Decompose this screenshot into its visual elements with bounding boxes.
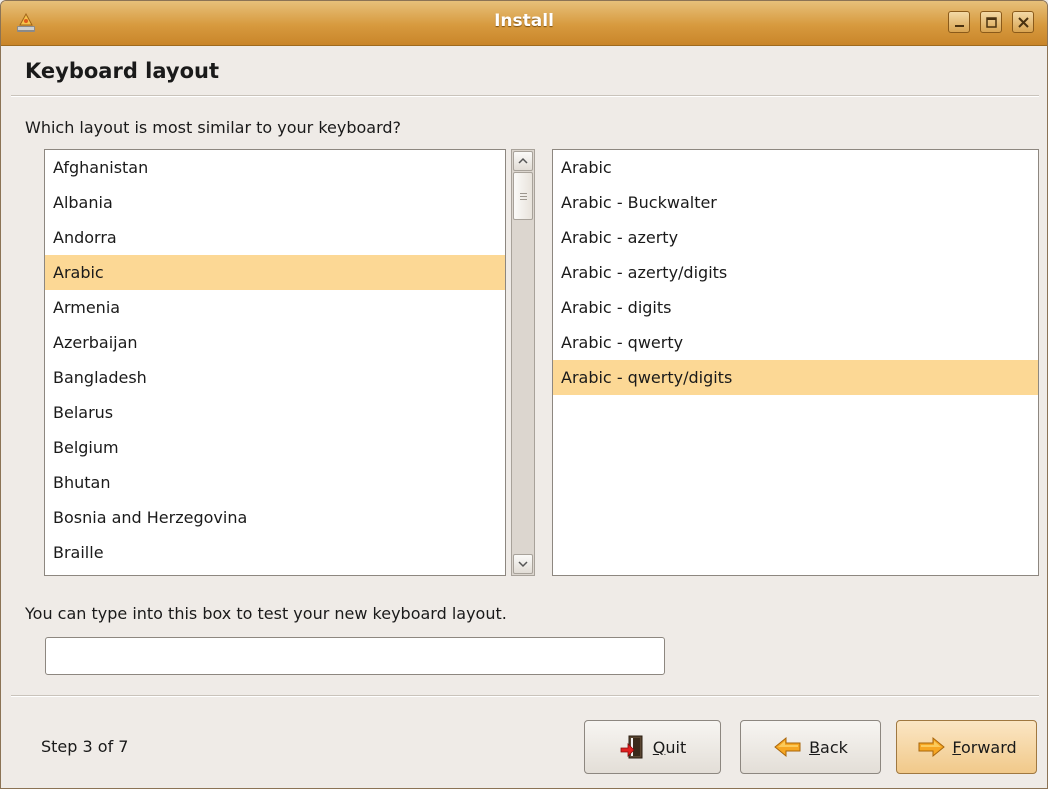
list-item[interactable]: Arabic - azerty/digits [553,255,1038,290]
list-item[interactable]: Belarus [45,395,505,430]
maximize-button[interactable] [980,11,1002,33]
layout-question: Which layout is most similar to your key… [25,118,402,137]
installer-window: Install Keyboard layout Which layout is … [0,0,1048,789]
scroll-up-button[interactable] [513,151,533,171]
quit-door-icon [620,735,643,759]
country-list-scrollbar[interactable] [511,149,535,576]
back-label: Back [809,737,848,757]
test-hint-label: You can type into this box to test your … [25,604,507,623]
list-item-selected[interactable]: Arabic - qwerty/digits [553,360,1038,395]
list-item[interactable]: Arabic [553,150,1038,185]
quit-button[interactable]: Quit [584,720,721,774]
quit-label: Quit [652,737,687,757]
window-title: Install [494,11,554,31]
list-item[interactable]: Belgium [45,430,505,465]
list-item[interactable]: Arabic - digits [553,290,1038,325]
list-item[interactable]: Bhutan [45,465,505,500]
maximize-icon [986,17,997,28]
list-item[interactable]: Afghanistan [45,150,505,185]
grip-line [520,193,527,194]
chevron-up-icon [518,157,528,164]
back-arrow-icon [774,736,801,758]
grip-line [520,196,527,197]
variant-list[interactable]: Arabic Arabic - Buckwalter Arabic - azer… [552,149,1039,576]
list-item[interactable]: Arabic - Buckwalter [553,185,1038,220]
country-list[interactable]: Afghanistan Albania Andorra Arabic Armen… [44,149,506,576]
scroll-thumb[interactable] [513,172,533,220]
chevron-down-icon [518,561,528,568]
close-button[interactable] [1012,11,1034,33]
close-icon [1018,17,1029,28]
forward-arrow-icon [918,736,946,758]
list-item-selected[interactable]: Arabic [45,255,505,290]
back-button[interactable]: Back [740,720,881,774]
minimize-icon [955,25,964,27]
list-item[interactable]: Azerbaijan [45,325,505,360]
top-divider [11,95,1039,97]
list-item[interactable]: Bosnia and Herzegovina [45,500,505,535]
page-title: Keyboard layout [25,59,219,83]
forward-button[interactable]: Forward [896,720,1037,774]
list-item[interactable]: Bangladesh [45,360,505,395]
list-item[interactable]: Arabic - azerty [553,220,1038,255]
list-item[interactable]: Armenia [45,290,505,325]
bottom-divider [11,695,1039,697]
list-item[interactable]: Arabic - qwerty [553,325,1038,360]
list-item[interactable]: Albania [45,185,505,220]
keyboard-test-input[interactable] [45,637,665,675]
step-indicator: Step 3 of 7 [41,737,129,756]
minimize-button[interactable] [948,11,970,33]
forward-label: Forward [952,737,1017,757]
grip-line [520,199,527,200]
scroll-down-button[interactable] [513,554,533,574]
list-item[interactable]: Braille [45,535,505,570]
title-bar[interactable]: Install [1,1,1047,46]
list-item[interactable]: Andorra [45,220,505,255]
